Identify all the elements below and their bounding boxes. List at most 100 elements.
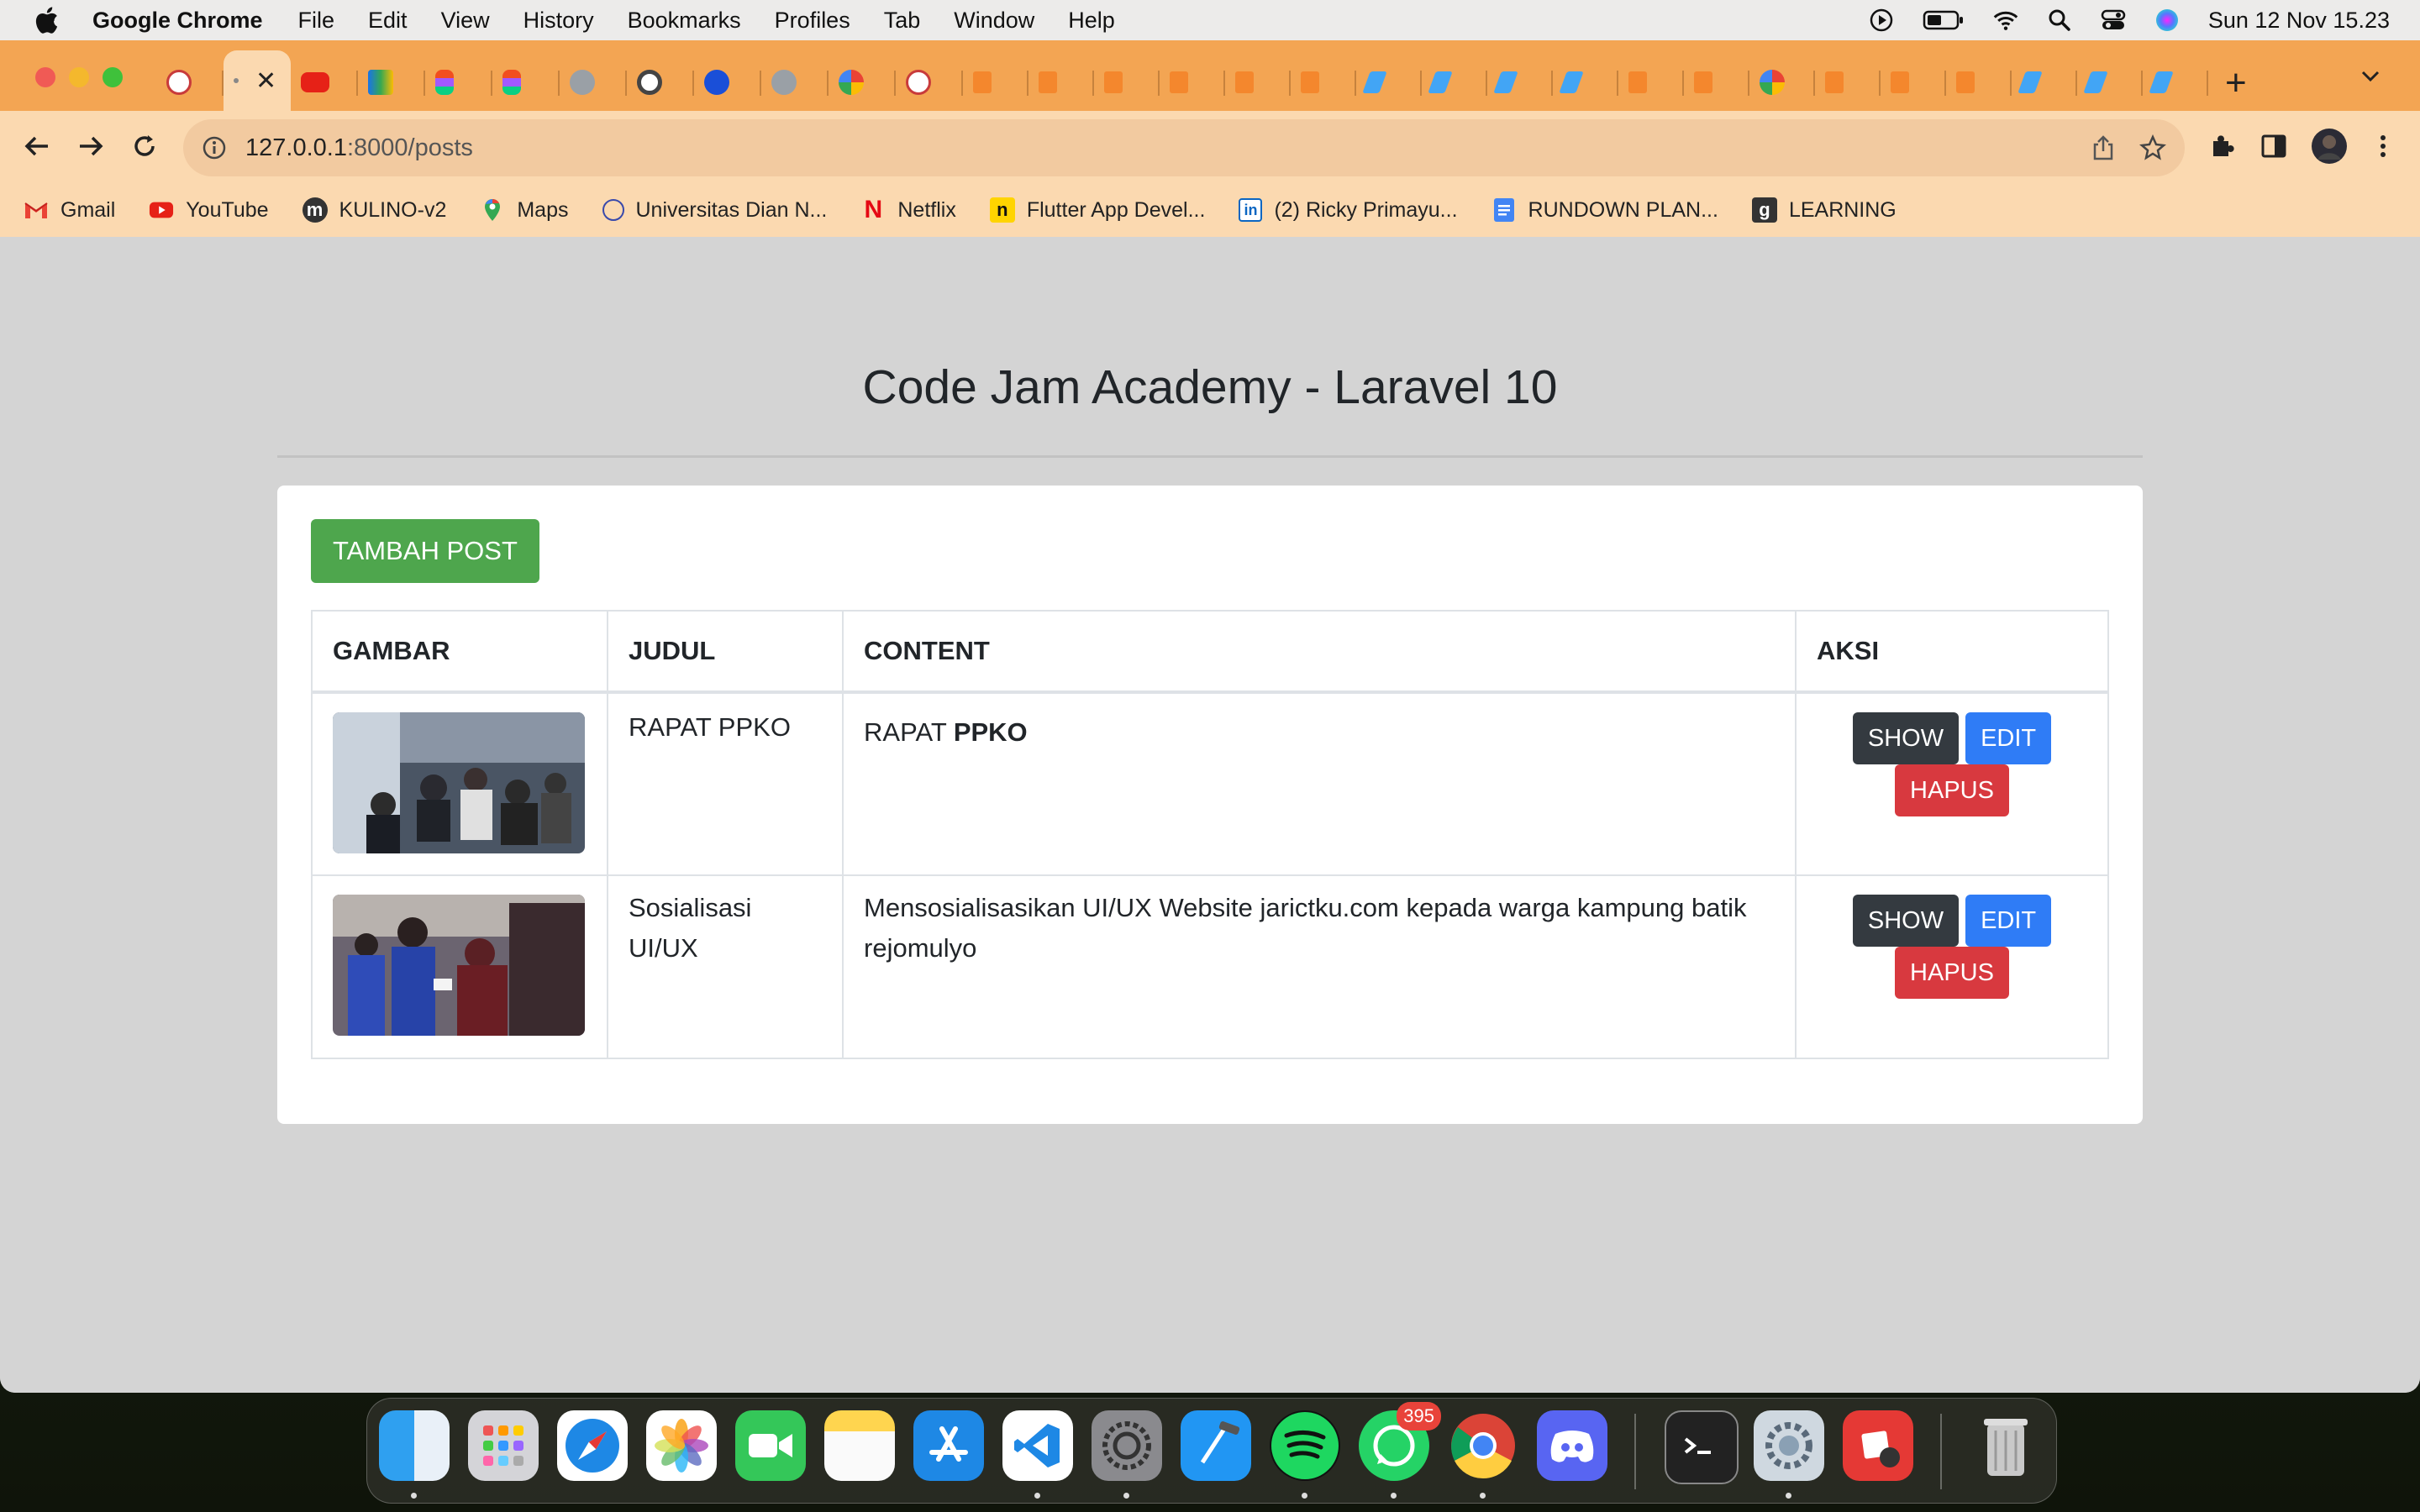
tab-youtube[interactable] bbox=[291, 57, 358, 108]
tab-flutter-2[interactable] bbox=[1422, 57, 1487, 108]
spotify-icon[interactable] bbox=[1270, 1410, 1340, 1481]
tab-stackoverflow-5[interactable] bbox=[1225, 57, 1291, 108]
delete-button[interactable]: HAPUS bbox=[1895, 947, 2009, 999]
tab-search-chevron-icon[interactable] bbox=[2358, 64, 2383, 93]
bookmark-kulino[interactable]: m KULINO-v2 bbox=[302, 197, 446, 223]
tab-flutter-6[interactable] bbox=[2077, 57, 2143, 108]
system-preferences-icon[interactable] bbox=[1754, 1410, 1824, 1481]
bookmark-linkedin[interactable]: in (2) Ricky Primayu... bbox=[1239, 198, 1458, 223]
menu-profiles[interactable]: Profiles bbox=[775, 8, 850, 34]
edit-button[interactable]: EDIT bbox=[1965, 712, 2052, 764]
back-arrow-icon[interactable] bbox=[18, 128, 55, 165]
menu-window[interactable]: Window bbox=[954, 8, 1034, 34]
edit-button[interactable]: EDIT bbox=[1965, 895, 2052, 947]
launchpad-icon[interactable] bbox=[468, 1410, 539, 1481]
menu-history[interactable]: History bbox=[523, 8, 594, 34]
bookmark-star-icon[interactable] bbox=[2139, 134, 2166, 165]
chrome-menu-icon[interactable] bbox=[2365, 128, 2402, 165]
minimize-window-button[interactable] bbox=[69, 67, 89, 87]
tab-udinus-1[interactable] bbox=[156, 57, 224, 108]
bookmark-maps[interactable]: Maps bbox=[480, 197, 569, 223]
menubar-clock[interactable]: Sun 12 Nov 15.23 bbox=[2208, 8, 2390, 34]
address-bar[interactable]: 127.0.0.1:8000/posts bbox=[183, 119, 2185, 176]
bookmark-gmail[interactable]: Gmail bbox=[24, 197, 115, 223]
tab-stackoverflow-9[interactable] bbox=[1815, 57, 1881, 108]
vscode-icon[interactable] bbox=[1002, 1410, 1073, 1481]
bookmark-learning[interactable]: g LEARNING bbox=[1751, 197, 1897, 223]
xcode-icon[interactable] bbox=[1181, 1410, 1251, 1481]
tab-stackoverflow-11[interactable] bbox=[1946, 57, 2012, 108]
new-tab-plus-icon[interactable]: + bbox=[2225, 62, 2247, 104]
trash-icon[interactable] bbox=[1970, 1410, 2041, 1481]
show-button[interactable]: SHOW bbox=[1852, 895, 1960, 947]
tab-udinus-2[interactable] bbox=[896, 57, 963, 108]
tab-chrome[interactable] bbox=[627, 57, 694, 108]
battery-icon[interactable] bbox=[1923, 8, 1965, 33]
bookmark-rundown[interactable]: RUNDOWN PLAN... bbox=[1491, 197, 1718, 223]
safari-icon[interactable] bbox=[557, 1410, 628, 1481]
photo-booth-icon[interactable] bbox=[1843, 1410, 1913, 1481]
wifi-icon[interactable] bbox=[1993, 8, 2018, 33]
tab-media[interactable] bbox=[694, 57, 761, 108]
menu-app-name[interactable]: Google Chrome bbox=[92, 8, 263, 34]
whatsapp-icon[interactable]: 395 bbox=[1359, 1402, 1441, 1481]
tab-stackoverflow-10[interactable] bbox=[1881, 57, 1946, 108]
menu-tab[interactable]: Tab bbox=[884, 8, 921, 34]
bookmark-udinus[interactable]: Universitas Dian N... bbox=[602, 198, 827, 223]
menu-bookmarks[interactable]: Bookmarks bbox=[628, 8, 741, 34]
photos-icon[interactable] bbox=[646, 1410, 717, 1481]
menu-view[interactable]: View bbox=[441, 8, 490, 34]
spotlight-search-icon[interactable] bbox=[2047, 8, 2072, 33]
tab-google[interactable] bbox=[829, 57, 896, 108]
profile-avatar[interactable] bbox=[2311, 128, 2348, 165]
tab-stackoverflow-4[interactable] bbox=[1160, 57, 1225, 108]
app-store-icon[interactable] bbox=[913, 1410, 984, 1481]
tab-flutter-1[interactable] bbox=[1356, 57, 1422, 108]
terminal-icon[interactable] bbox=[1665, 1410, 1739, 1484]
tab-stackoverflow-7[interactable] bbox=[1618, 57, 1684, 108]
close-tab-icon[interactable]: ✕ bbox=[255, 66, 276, 96]
notes-icon[interactable] bbox=[824, 1410, 895, 1481]
chrome-icon[interactable] bbox=[1448, 1410, 1518, 1481]
site-info-icon[interactable] bbox=[202, 135, 227, 160]
url-text[interactable]: 127.0.0.1:8000/posts bbox=[245, 134, 473, 162]
finder-icon[interactable] bbox=[379, 1410, 450, 1481]
tab-flutter-5[interactable] bbox=[2012, 57, 2077, 108]
close-window-button[interactable] bbox=[35, 67, 55, 87]
side-panel-icon[interactable] bbox=[2255, 128, 2292, 165]
tab-globe-2[interactable] bbox=[761, 57, 829, 108]
zoom-window-button[interactable] bbox=[103, 67, 123, 87]
tab-globe-1[interactable] bbox=[560, 57, 627, 108]
tab-analytics[interactable] bbox=[358, 57, 425, 108]
share-icon[interactable] bbox=[2091, 134, 2116, 165]
tab-google-2[interactable] bbox=[1749, 57, 1815, 108]
tab-active[interactable]: ✕ bbox=[224, 50, 291, 111]
tab-flutter-3[interactable] bbox=[1487, 57, 1553, 108]
menu-edit[interactable]: Edit bbox=[368, 8, 408, 34]
reload-icon[interactable] bbox=[126, 128, 163, 165]
show-button[interactable]: SHOW bbox=[1852, 712, 1960, 764]
tab-flutter-4[interactable] bbox=[1553, 57, 1618, 108]
tab-stackoverflow-6[interactable] bbox=[1291, 57, 1356, 108]
play-circle-icon[interactable] bbox=[1869, 8, 1894, 33]
forward-arrow-icon[interactable] bbox=[72, 128, 109, 165]
bookmark-netflix[interactable]: N Netflix bbox=[860, 196, 956, 223]
control-center-icon[interactable] bbox=[2101, 8, 2126, 33]
tab-stackoverflow-1[interactable] bbox=[963, 57, 1028, 108]
tab-stackoverflow-3[interactable] bbox=[1094, 57, 1160, 108]
tab-figma-1[interactable] bbox=[425, 57, 492, 108]
tab-stackoverflow-8[interactable] bbox=[1684, 57, 1749, 108]
menu-help[interactable]: Help bbox=[1068, 8, 1115, 34]
menu-file[interactable]: File bbox=[298, 8, 335, 34]
discord-icon[interactable] bbox=[1537, 1410, 1607, 1481]
facetime-icon[interactable] bbox=[735, 1410, 806, 1481]
delete-button[interactable]: HAPUS bbox=[1895, 764, 2009, 816]
bookmark-flutter-app[interactable]: n Flutter App Devel... bbox=[989, 197, 1205, 223]
apple-logo-icon[interactable] bbox=[34, 6, 59, 34]
system-settings-icon[interactable] bbox=[1092, 1410, 1162, 1481]
siri-icon[interactable] bbox=[2154, 8, 2180, 33]
tab-stackoverflow-2[interactable] bbox=[1028, 57, 1094, 108]
tab-figma-2[interactable] bbox=[492, 57, 560, 108]
extensions-puzzle-icon[interactable] bbox=[2203, 128, 2240, 165]
tab-flutter-7[interactable] bbox=[2143, 57, 2208, 108]
